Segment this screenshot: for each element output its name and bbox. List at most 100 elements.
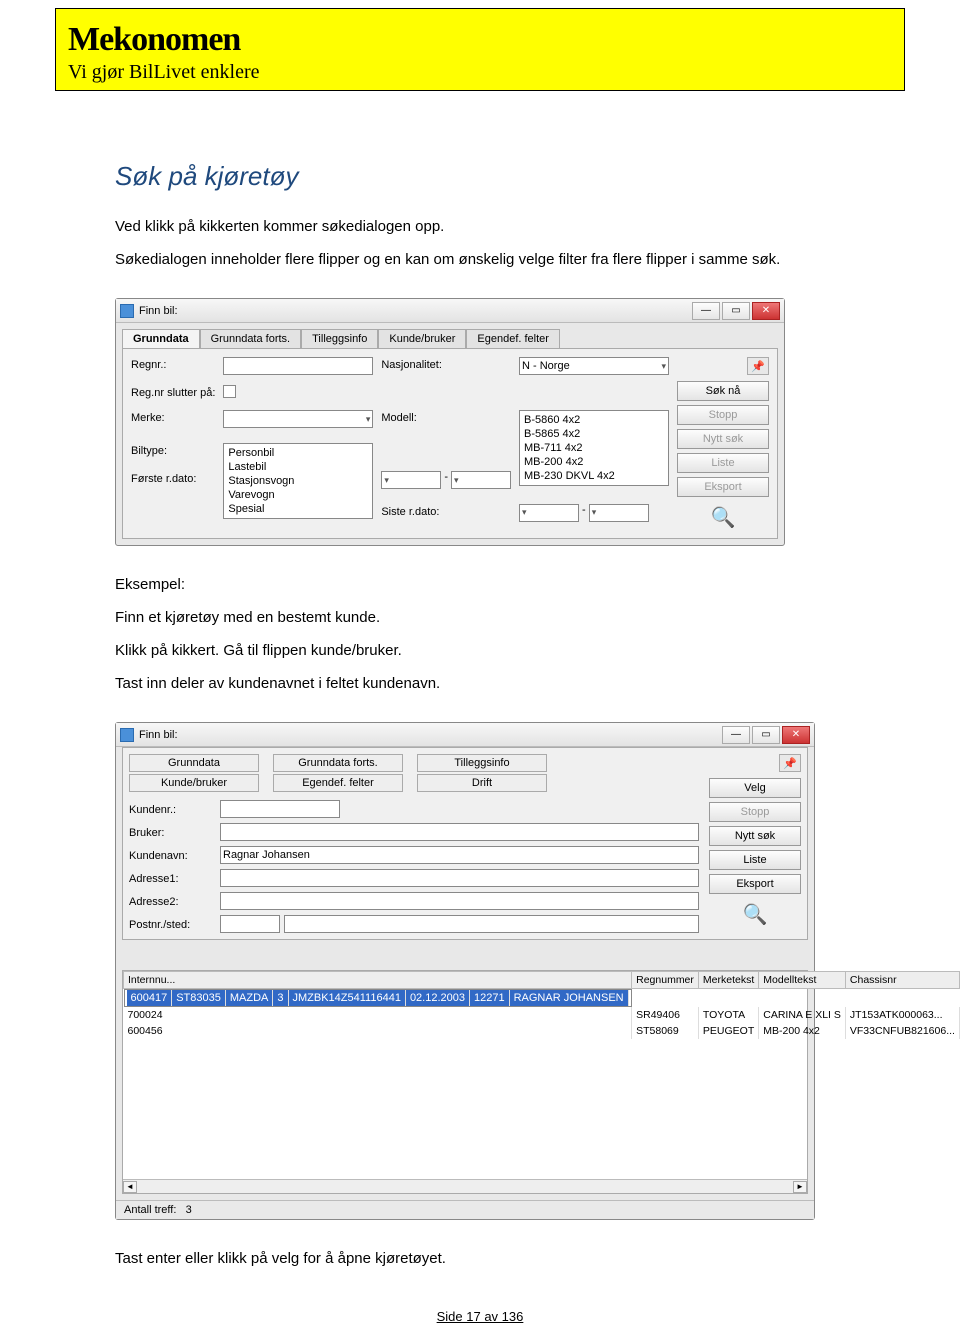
label-modell: Modell:: [381, 410, 511, 424]
maximize-button[interactable]: ▭: [752, 726, 780, 744]
stopp-button[interactable]: Stopp: [677, 405, 769, 425]
table-empty-area: [123, 1039, 807, 1179]
label-adresse1: Adresse1:: [129, 871, 214, 885]
nasjonalitet-select[interactable]: N - Norge: [519, 357, 669, 375]
kundenr-input[interactable]: [220, 800, 340, 818]
minimize-button[interactable]: —: [692, 302, 720, 320]
brand-tagline: Vi gjør BilLivet enklere: [68, 61, 892, 84]
paragraph-6: Tast enter eller klikk på velg for å åpn…: [115, 1248, 845, 1269]
paragraph-5: Tast inn deler av kundenavnet i feltet k…: [115, 673, 845, 694]
eksport-button[interactable]: Eksport: [677, 477, 769, 497]
scroll-right-icon[interactable]: ►: [793, 1181, 807, 1193]
label-regslutter: Reg.nr slutter på:: [131, 385, 215, 399]
tab-drift[interactable]: Drift: [417, 774, 547, 792]
titlebar: Finn bil: — ▭ ✕: [116, 299, 784, 323]
siste-from-select[interactable]: [519, 504, 579, 522]
nytt-sok-button[interactable]: Nytt søk: [677, 429, 769, 449]
tab-grunndata-forts[interactable]: Grunndata forts.: [200, 329, 302, 348]
tab-grunndata[interactable]: Grunndata: [129, 754, 259, 772]
forste-from-select[interactable]: [381, 471, 441, 489]
paragraph-2: Søkedialogen inneholder flere flipper og…: [115, 249, 845, 270]
horizontal-scrollbar[interactable]: ◄ ►: [123, 1179, 807, 1193]
tab-kunde-bruker[interactable]: Kunde/bruker: [129, 774, 259, 792]
regslutter-checkbox[interactable]: [223, 385, 236, 398]
merke-select[interactable]: [223, 410, 373, 428]
app-icon: [120, 304, 134, 318]
velg-button[interactable]: Velg: [709, 778, 801, 798]
bruker-input[interactable]: [220, 823, 699, 841]
dialog-finn-bil-2: Finn bil: — ▭ ✕ Grunndata Grunndata fort…: [115, 722, 815, 1220]
label-kundenr: Kundenr.:: [129, 802, 214, 816]
forste-to-select[interactable]: [451, 471, 511, 489]
results-table: Internnu... Regnummer Merketekst Modellt…: [122, 970, 808, 1194]
table-row[interactable]: 600456ST58069PEUGEOTMB-200 4x2VF33CNFUB8…: [124, 1023, 960, 1039]
label-nasjonalitet: Nasjonalitet:: [381, 357, 511, 371]
liste-button[interactable]: Liste: [677, 453, 769, 473]
paragraph-1: Ved klikk på kikkerten kommer søkedialog…: [115, 216, 845, 237]
scroll-left-icon[interactable]: ◄: [123, 1181, 137, 1193]
siste-to-select[interactable]: [589, 504, 649, 522]
app-icon: [120, 728, 134, 742]
window-title-2: Finn bil:: [139, 729, 178, 741]
window-title: Finn bil:: [139, 305, 178, 317]
col-chassisnr[interactable]: Chassisnr: [845, 972, 959, 989]
maximize-button[interactable]: ▭: [722, 302, 750, 320]
status-bar: Antall treff: 3: [116, 1200, 814, 1219]
status-count: 3: [186, 1204, 192, 1216]
tabstrip-2: Grunndata Grunndata forts. Tilleggsinfo …: [129, 754, 699, 792]
dialog-finn-bil-1: Finn bil: — ▭ ✕ Grunndata Grunndata fort…: [115, 298, 785, 546]
modell-listbox[interactable]: B-5860 4x2 B-5865 4x2 MB-711 4x2 MB-200 …: [519, 410, 669, 486]
table-row[interactable]: 700024SR49406TOYOTACARINA E XLI SJT153AT…: [124, 1007, 960, 1023]
label-merke: Merke:: [131, 410, 215, 424]
close-button[interactable]: ✕: [752, 302, 780, 320]
nytt-sok-button[interactable]: Nytt søk: [709, 826, 801, 846]
label-kundenavn: Kundenavn:: [129, 848, 214, 862]
sok-na-button[interactable]: Søk nå: [677, 381, 769, 401]
tabstrip: Grunndata Grunndata forts. Tilleggsinfo …: [122, 329, 778, 348]
paragraph-3: Finn et kjøretøy med en bestemt kunde.: [115, 607, 845, 628]
page-heading: Søk på kjøretøy: [115, 161, 845, 192]
biltype-listbox[interactable]: Personbil Lastebil Stasjonsvogn Varevogn…: [223, 443, 373, 519]
brand-name: Mekonomen: [68, 21, 892, 59]
kundenavn-input[interactable]: [220, 846, 699, 864]
eksport-button[interactable]: Eksport: [709, 874, 801, 894]
col-internnu[interactable]: Internnu...: [124, 972, 632, 989]
label-adresse2: Adresse2:: [129, 894, 214, 908]
col-modelltekst[interactable]: Modelltekst: [759, 972, 846, 989]
label-bruker: Bruker:: [129, 825, 214, 839]
eksempel-label: Eksempel:: [115, 574, 845, 595]
label-postnr-sted: Postnr./sted:: [129, 917, 214, 931]
tab-grunndata[interactable]: Grunndata: [122, 329, 200, 348]
status-label: Antall treff:: [124, 1204, 176, 1216]
brand-banner: Mekonomen Vi gjør BilLivet enklere: [55, 8, 905, 91]
regnr-input[interactable]: [223, 357, 373, 375]
page-content: Søk på kjøretøy Ved klikk på kikkerten k…: [0, 91, 960, 1344]
pin-icon[interactable]: 📌: [747, 357, 769, 375]
tab-tilleggsinfo[interactable]: Tilleggsinfo: [417, 754, 547, 772]
table-row[interactable]: 600417ST83035MAZDA3JMZBK14Z54111644102.1…: [124, 989, 632, 1007]
minimize-button[interactable]: —: [722, 726, 750, 744]
label-forste-rdato: Første r.dato:: [131, 471, 215, 485]
paragraph-4: Klikk på kikkert. Gå til flippen kunde/b…: [115, 640, 845, 661]
magnify-icon[interactable]: 🔍: [677, 505, 769, 530]
col-regnummer[interactable]: Regnummer: [632, 972, 699, 989]
label-regnr: Regnr.:: [131, 357, 215, 371]
tab-grunndata-forts[interactable]: Grunndata forts.: [273, 754, 403, 772]
stopp-button[interactable]: Stopp: [709, 802, 801, 822]
tab-egendef-felter[interactable]: Egendef. felter: [273, 774, 403, 792]
close-button[interactable]: ✕: [782, 726, 810, 744]
tab-tilleggsinfo[interactable]: Tilleggsinfo: [301, 329, 378, 348]
liste-button[interactable]: Liste: [709, 850, 801, 870]
adresse1-input[interactable]: [220, 869, 699, 887]
pin-icon[interactable]: 📌: [779, 754, 801, 772]
tab-kunde-bruker[interactable]: Kunde/bruker: [378, 329, 466, 348]
tab-egendef-felter[interactable]: Egendef. felter: [466, 329, 560, 348]
label-biltype: Biltype:: [131, 443, 215, 457]
col-merketekst[interactable]: Merketekst: [698, 972, 758, 989]
postnr-input[interactable]: [220, 915, 280, 933]
titlebar-2: Finn bil: — ▭ ✕: [116, 723, 814, 747]
adresse2-input[interactable]: [220, 892, 699, 910]
magnify-icon[interactable]: 🔍: [709, 902, 801, 927]
sted-input[interactable]: [284, 915, 699, 933]
label-siste-rdato: Siste r.dato:: [381, 504, 511, 518]
